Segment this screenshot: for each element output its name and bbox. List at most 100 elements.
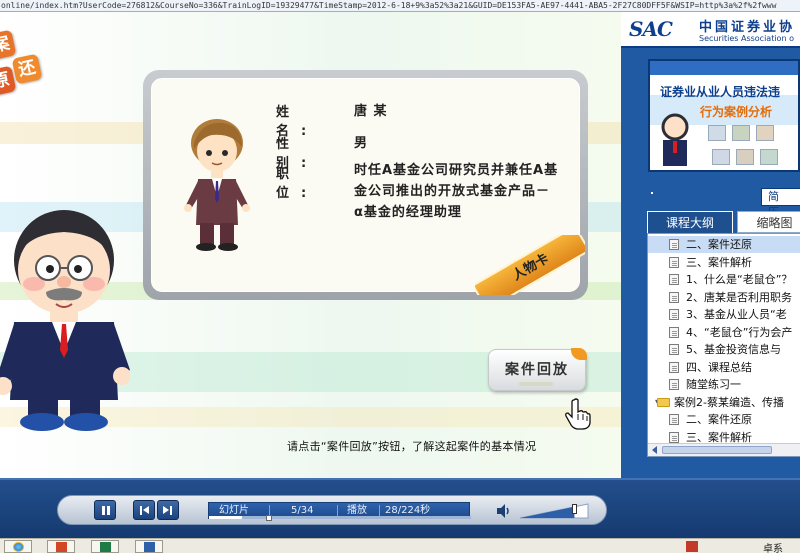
outline-item[interactable]: ▼案例2-蔡某编造、传播 — [648, 394, 800, 411]
playback-status: 幻灯片 5/34 播放 28/224秒 — [208, 502, 471, 521]
position-value: 时任A基金公司研究员并兼任A基金公司推出的开放式基金产品－α基金的经理助理 — [354, 163, 559, 220]
outline-item-label: 1、什么是“老鼠仓”？ — [686, 273, 793, 286]
course-stage: 案 原 还 姓 名: 唐 某 性 别: 男 职 位: 时任A基金公司研究员并兼任… — [0, 12, 621, 478]
volume-handle[interactable] — [572, 504, 578, 514]
player-control-bar: 幻灯片 5/34 播放 28/224秒 — [0, 478, 800, 538]
businessman-avatar-icon — [184, 119, 250, 251]
hand-cursor-icon — [565, 398, 591, 430]
resume-button[interactable]: 简 历 — [761, 188, 800, 219]
tab-outline[interactable]: 课程大纲 — [647, 211, 733, 233]
taskbar-button[interactable] — [91, 540, 119, 553]
position-label: 职 位: — [276, 167, 319, 201]
status-divider — [337, 505, 338, 516]
outline-tree: 二、案件还原 三、案件解析 1、什么是“老鼠仓”？ 2、唐某是否利用职务 3、基金从业人… — [647, 233, 800, 457]
powerpoint-icon — [56, 542, 67, 552]
previous-slide-icon[interactable] — [133, 500, 155, 520]
course-thumbnail: 证券业从业人员违法违 行为案例分析 — [648, 59, 800, 172]
outline-item-label: 三、案件解析 — [686, 255, 752, 269]
doc-icon — [669, 379, 679, 390]
player-controls: 幻灯片 5/34 播放 28/224秒 — [57, 495, 607, 525]
scroll-left-icon[interactable] — [652, 446, 657, 454]
progress-track[interactable] — [209, 516, 471, 519]
thumbnail-subtitle: 行为案例分析 — [700, 105, 773, 119]
outline-item-label: 2、唐某是否利用职务 — [686, 290, 792, 304]
doc-icon — [669, 326, 679, 338]
taskbar-button[interactable] — [4, 540, 32, 553]
doc-icon — [669, 274, 679, 285]
taskbar-button[interactable] — [135, 540, 163, 553]
taskbar-button[interactable] — [47, 540, 75, 553]
thumbnail-title: 证券业从业人员违法违 — [660, 85, 781, 99]
org-name-en: Securities Association o — [699, 34, 794, 43]
case-replay-label: 案件回放 — [505, 362, 569, 378]
next-slide-icon[interactable] — [157, 500, 179, 520]
outline-item[interactable]: 1、什么是“老鼠仓”？ — [648, 271, 800, 288]
speaker-icon[interactable] — [495, 503, 511, 519]
outline-item-label: 四、课程总结 — [686, 360, 752, 374]
outline-item-label: 二、案件还原 — [686, 238, 752, 251]
outline-item[interactable]: 四、课程总结 — [648, 359, 800, 376]
volume-slider[interactable] — [518, 502, 590, 520]
gender-value: 男 — [354, 136, 369, 151]
outline-item[interactable]: 3、基金从业人员“老 — [648, 306, 800, 323]
case-restore-badge: 案 原 还 — [0, 29, 44, 102]
doc-icon — [669, 239, 679, 250]
doc-icon — [669, 291, 679, 303]
progress-fill — [209, 516, 242, 519]
outline-item[interactable]: 4、“老鼠仓”行为会产 — [648, 324, 800, 341]
tab-thumbnails[interactable]: 缩略图 — [737, 211, 800, 233]
status-divider — [379, 505, 380, 516]
thumbnail-photo — [712, 149, 730, 165]
address-bar[interactable]: online/index.htm?UserCode=276812&CourseN… — [0, 0, 800, 12]
name-value: 唐 某 — [354, 104, 388, 119]
instruction-text: 请点击“案件回放”按钮，了解这起案件的基本情况 — [287, 440, 537, 453]
excel-icon — [100, 542, 111, 552]
outline-item-label: 4、“老鼠仓”行为会产 — [686, 325, 793, 339]
doc-icon — [669, 414, 679, 425]
thumbnail-photo — [708, 125, 726, 141]
scrollbar-thumb[interactable] — [662, 446, 772, 454]
outline-item[interactable]: 随堂练习一 — [648, 376, 800, 393]
outline-item[interactable]: 2、唐某是否利用职务 — [648, 289, 800, 306]
host-character-icon — [0, 210, 130, 431]
case-replay-button[interactable]: 案件回放 — [488, 348, 587, 391]
outline-item-label: 5、基金投资信息与 — [686, 343, 781, 356]
thumbnail-photo — [760, 149, 778, 165]
outline-item-label: 3、基金从业人员“老 — [686, 308, 787, 321]
profile-card: 姓 名: 唐 某 性 别: 男 职 位: 时任A基金公司研究员并兼任A基金公司推… — [143, 70, 588, 300]
button-corner-accent — [571, 348, 587, 360]
person-card-ribbon: 人物卡 — [475, 235, 585, 295]
doc-icon — [669, 361, 679, 373]
progress-handle[interactable] — [265, 515, 272, 521]
doc-icon — [669, 431, 679, 443]
outline-item[interactable]: 二、案件还原 — [648, 411, 800, 428]
outline-item[interactable]: 5、基金投资信息与 — [648, 341, 800, 358]
os-taskbar: 卓系 — [0, 538, 800, 553]
thumbnail-header — [650, 61, 798, 75]
ribbon-label: 人物卡 — [475, 235, 585, 295]
browser-icon — [13, 542, 24, 552]
pause-icon[interactable] — [94, 500, 116, 520]
divider-dot — [651, 192, 653, 194]
window-icon — [144, 542, 155, 552]
sidebar-tabs: 课程大纲 缩略图 — [647, 211, 800, 233]
sac-header: SAC 中国证券业协 Securities Association o — [621, 12, 800, 48]
folder-icon — [657, 397, 670, 407]
thumbnail-host-icon — [661, 113, 689, 166]
doc-icon — [669, 309, 679, 320]
outline-item-label: 随堂练习一 — [686, 378, 741, 391]
org-name-cn: 中国证券业协 — [699, 20, 796, 35]
thumbnail-photo — [732, 125, 750, 141]
thumbnail-photo — [756, 125, 774, 141]
outline-item[interactable]: 三、案件解析 — [648, 254, 800, 271]
doc-icon — [669, 344, 679, 355]
sac-logo: SAC — [629, 17, 673, 41]
thumbnail-photo — [736, 149, 754, 165]
tree-horizontal-scrollbar[interactable] — [648, 443, 800, 456]
badge-char: 还 — [11, 53, 43, 85]
tray-text: 卓系 — [763, 544, 783, 553]
outline-item[interactable]: 二、案件还原 — [648, 236, 800, 253]
tray-app-icon[interactable] — [686, 541, 698, 552]
outline-item-label: 二、案件还原 — [686, 413, 752, 426]
course-sidebar: SAC 中国证券业协 Securities Association o 证券业从… — [621, 12, 800, 478]
